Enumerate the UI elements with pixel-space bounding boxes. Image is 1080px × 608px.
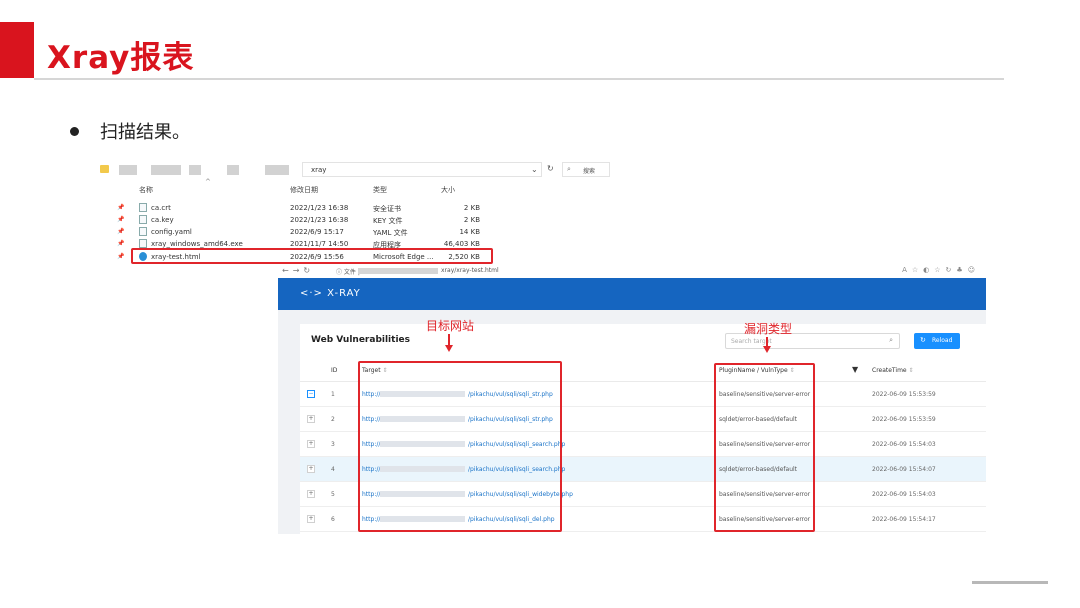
file-name: ca.crt: [151, 204, 171, 212]
bullet-dot: [70, 127, 79, 136]
file-name: xray_windows_amd64.exe: [151, 240, 243, 248]
expand-icon[interactable]: +: [307, 440, 315, 448]
column-header-date[interactable]: 修改日期: [290, 185, 318, 195]
arrow-down-icon: [763, 346, 771, 353]
pin-icon: 📌: [117, 204, 125, 211]
title-accent-bar: [0, 22, 34, 78]
redacted-path: [265, 165, 289, 175]
highlight-vulntype-column: [714, 363, 815, 532]
explorer-address-bar: xray ⌄ ↻ ⌕ 搜索: [97, 161, 610, 179]
chevron-down-icon[interactable]: ⌄: [531, 165, 538, 174]
pin-icon: 📌: [117, 228, 125, 235]
footer-line: [972, 581, 1048, 584]
redacted-url: [358, 268, 438, 274]
exe-icon: [139, 239, 147, 248]
annotation-target-label: 目标网站: [426, 319, 475, 333]
title-divider: [34, 78, 1004, 80]
browser-toolbar: ←→↻ ⓘ 文件 | xray/xray-test.html A☆◐☆↻♣☺: [278, 264, 986, 278]
file-size: 2 KB: [463, 216, 480, 224]
column-header-name[interactable]: 名称: [139, 185, 153, 195]
file-date: 2022/6/9 15:17: [290, 228, 344, 236]
slide-title: Xray报表: [47, 40, 195, 76]
file-date: 2022/1/23 16:38: [290, 204, 349, 212]
reload-button[interactable]: ↻ Reload: [914, 333, 960, 349]
card-title: Web Vulnerabilities: [311, 335, 410, 345]
row-time: 2022-06-09 15:54:17: [872, 516, 936, 523]
reload-icon: ↻: [920, 336, 926, 344]
arrow-down-icon: [445, 345, 453, 352]
search-icon[interactable]: ⌕: [889, 336, 893, 345]
yaml-file-icon: [139, 227, 147, 236]
browser-nav-icons[interactable]: ←→↻: [282, 266, 314, 275]
row-id: 1: [331, 391, 335, 398]
file-explorer-screenshot: xray ⌄ ↻ ⌕ 搜索 ^ 名称 修改日期 类型 大小 📌 ca.crt 2…: [97, 158, 610, 266]
explorer-path: xray: [311, 166, 327, 174]
pin-icon: 📌: [117, 216, 125, 223]
sort-up-icon: ^: [205, 178, 211, 186]
column-header-type[interactable]: 类型: [373, 185, 387, 195]
explorer-search-placeholder: 搜索: [583, 168, 596, 175]
arrow-line: [766, 337, 768, 346]
expand-icon[interactable]: +: [307, 490, 315, 498]
search-icon: ⌕: [567, 165, 571, 173]
browser-toolbar-icons[interactable]: A☆◐☆↻♣☺: [902, 266, 980, 274]
highlight-report-file: [131, 248, 493, 264]
column-header-id[interactable]: ID: [331, 367, 337, 374]
redacted-path: [189, 165, 201, 175]
file-type: 安全证书: [373, 205, 401, 213]
file-size: 2 KB: [463, 204, 480, 212]
file-name: ca.key: [151, 216, 174, 224]
folder-icon: [100, 165, 109, 173]
xray-header: <·> X-RAY: [278, 278, 986, 310]
file-name: config.yaml: [151, 228, 192, 236]
row-id: 4: [331, 466, 335, 473]
column-header-time-label: CreateTime: [872, 367, 907, 374]
row-id: 3: [331, 441, 335, 448]
expand-icon[interactable]: +: [307, 465, 315, 473]
row-time: 2022-06-09 15:54:07: [872, 466, 936, 473]
column-header-size[interactable]: 大小: [441, 185, 455, 195]
expand-icon[interactable]: +: [307, 515, 315, 523]
explorer-search-box[interactable]: ⌕ 搜索: [562, 162, 610, 177]
redacted-path: [151, 165, 181, 175]
file-type: YAML 文件: [373, 229, 408, 237]
bullet-text: 扫描结果。: [100, 122, 190, 143]
redacted-path: [119, 165, 137, 175]
file-type: KEY 文件: [373, 217, 403, 225]
annotation-vulntype-label: 漏洞类型: [744, 322, 793, 336]
browser-url-prefix[interactable]: ⓘ 文件 |: [336, 267, 360, 276]
row-id: 5: [331, 491, 335, 498]
file-size: 14 KB: [459, 228, 480, 236]
file-date: 2022/1/23 16:38: [290, 216, 349, 224]
highlight-target-column: [358, 361, 562, 532]
file-size: 46,403 KB: [443, 240, 480, 248]
certificate-icon: [139, 203, 147, 212]
row-time: 2022-06-09 15:54:03: [872, 491, 936, 498]
file-icon: [139, 215, 147, 224]
row-time: 2022-06-09 15:53:59: [872, 416, 936, 423]
row-time: 2022-06-09 15:53:59: [872, 391, 936, 398]
row-id: 2: [331, 416, 335, 423]
browser-url[interactable]: xray/xray-test.html: [441, 267, 499, 274]
filter-icon[interactable]: ▼: [852, 365, 858, 374]
row-id: 6: [331, 516, 335, 523]
file-date: 2021/11/7 14:50: [290, 240, 349, 248]
row-time: 2022-06-09 15:54:03: [872, 441, 936, 448]
refresh-icon[interactable]: ↻: [547, 164, 554, 173]
pin-icon: 📌: [117, 240, 125, 247]
xray-logo: <·> X-RAY: [300, 288, 361, 299]
arrow-line: [448, 334, 450, 345]
expand-icon[interactable]: −: [307, 390, 315, 398]
file-row[interactable]: 📌 ca.key 2022/1/23 16:38 KEY 文件 2 KB: [97, 215, 512, 226]
column-header-time[interactable]: CreateTime ⇕: [872, 367, 914, 374]
pin-icon: 📌: [117, 253, 125, 260]
redacted-path: [227, 165, 239, 175]
explorer-path-box[interactable]: xray ⌄: [302, 162, 542, 177]
file-row[interactable]: 📌 config.yaml 2022/6/9 15:17 YAML 文件 14 …: [97, 227, 512, 238]
reload-label: Reload: [932, 337, 953, 344]
file-row[interactable]: 📌 ca.crt 2022/1/23 16:38 安全证书 2 KB: [97, 203, 512, 214]
expand-icon[interactable]: +: [307, 415, 315, 423]
sort-icon[interactable]: ⇕: [909, 367, 914, 374]
